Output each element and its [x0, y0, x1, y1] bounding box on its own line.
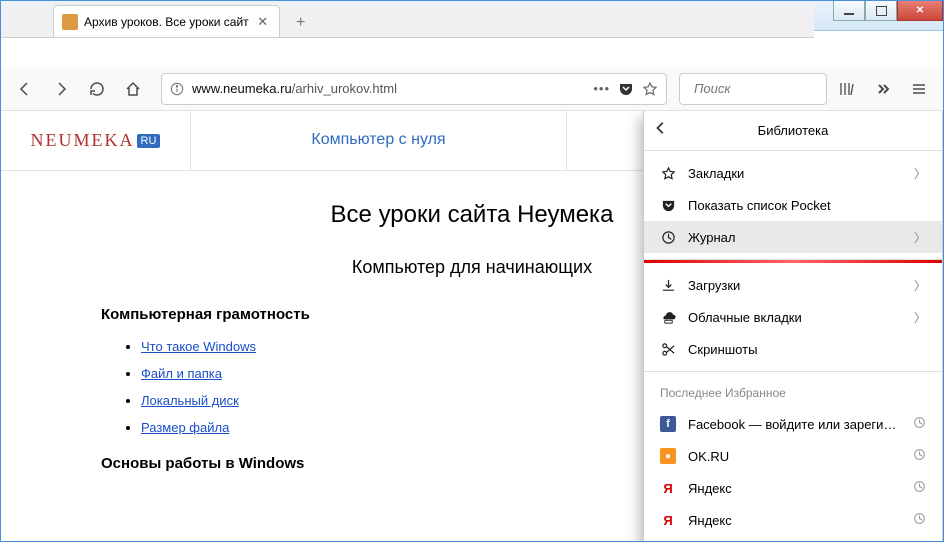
menu-item-label: Показать список Pocket: [688, 198, 926, 213]
scissors-icon: [660, 341, 676, 357]
chevron-right-icon: 〉: [914, 277, 926, 294]
recent-item-label: Яндекс: [688, 481, 901, 496]
download-icon: [660, 277, 676, 293]
recent-item[interactable]: Я Яндекс: [644, 472, 942, 504]
page-actions-icon[interactable]: •••: [593, 81, 610, 96]
window-close-button[interactable]: [897, 1, 943, 21]
chevron-right-icon: 〉: [914, 165, 926, 182]
star-icon: [660, 165, 676, 181]
url-text: www.neumeka.ru/arhiv_urokov.html: [192, 81, 585, 96]
toolbar: www.neumeka.ru/arhiv_urokov.html •••: [1, 67, 943, 111]
menu-item-label: Закладки: [688, 166, 902, 181]
bookmark-star-icon[interactable]: [642, 81, 658, 97]
cloud-tabs-icon: [660, 309, 676, 325]
pocket-icon: [660, 197, 676, 213]
menu-item-download[interactable]: Загрузки 〉: [644, 269, 942, 301]
browser-window: Архив уроков. Все уроки сайт ✕ + www.neu…: [0, 0, 944, 542]
reload-button[interactable]: [81, 73, 113, 105]
recent-item-label: Facebook — войдите или зарегистри...: [688, 417, 901, 432]
new-tab-button[interactable]: +: [286, 9, 316, 37]
menu-item-pocket[interactable]: Показать список Pocket: [644, 189, 942, 221]
library-button[interactable]: [831, 73, 863, 105]
history-icon: [913, 512, 926, 528]
menu-item-label: Загрузки: [688, 278, 902, 293]
menu-title: Библиотека: [758, 123, 829, 138]
menu-item-star[interactable]: Закладки 〉: [644, 157, 942, 189]
menu-item-label: Облачные вкладки: [688, 310, 902, 325]
chevron-right-icon: 〉: [914, 229, 926, 246]
menu-item-scissors[interactable]: Скриншоты: [644, 333, 942, 365]
menu-item-label: Журнал: [688, 230, 902, 245]
content-link[interactable]: Что такое Windows: [141, 339, 256, 354]
window-maximize-button[interactable]: [865, 1, 897, 21]
home-button[interactable]: [117, 73, 149, 105]
browser-tab[interactable]: Архив уроков. Все уроки сайт ✕: [53, 5, 280, 37]
menu-header: Библиотека: [644, 111, 942, 151]
tab-favicon: [62, 14, 78, 30]
favicon: f: [660, 416, 676, 432]
recent-item-label: OK.RU: [688, 449, 901, 464]
menu-back-button[interactable]: [654, 121, 668, 138]
window-minimize-button[interactable]: [833, 1, 865, 21]
menu-item-cloud-tabs[interactable]: Облачные вкладки 〉: [644, 301, 942, 333]
menu-button[interactable]: [903, 73, 935, 105]
info-icon: [170, 82, 184, 96]
favicon: Я: [660, 512, 676, 528]
url-bar[interactable]: www.neumeka.ru/arhiv_urokov.html •••: [161, 73, 667, 105]
recent-section-title: Последнее Избранное: [644, 378, 942, 408]
nav-link-1[interactable]: Компьютер с нуля: [191, 111, 567, 170]
tab-strip: Архив уроков. Все уроки сайт ✕ +: [1, 4, 814, 38]
chevron-right-icon: 〉: [914, 309, 926, 326]
favicon: ●: [660, 448, 676, 464]
overflow-button[interactable]: [867, 73, 899, 105]
menu-item-label: Скриншоты: [688, 342, 926, 357]
back-button[interactable]: [9, 73, 41, 105]
recent-item[interactable]: ● OK.RU: [644, 440, 942, 472]
recent-item[interactable]: Я Яндекс: [644, 504, 942, 536]
history-icon: [913, 448, 926, 464]
tab-close-icon[interactable]: ✕: [255, 14, 271, 30]
content-link[interactable]: Файл и папка: [141, 366, 222, 381]
history-icon: [913, 416, 926, 432]
forward-button[interactable]: [45, 73, 77, 105]
recent-item-label: Яндекс: [688, 513, 901, 528]
content-link[interactable]: Локальный диск: [141, 393, 239, 408]
recent-item[interactable]: f Facebook — войдите или зарегистри...: [644, 408, 942, 440]
history-icon: [913, 480, 926, 496]
search-bar[interactable]: [679, 73, 827, 105]
menu-item-clock[interactable]: Журнал 〉: [644, 221, 942, 253]
content-link[interactable]: Размер файла: [141, 420, 229, 435]
clock-icon: [660, 229, 676, 245]
site-logo[interactable]: NEUMEKARU: [1, 111, 191, 170]
tab-title: Архив уроков. Все уроки сайт: [84, 15, 249, 29]
library-menu: Библиотека Закладки 〉 Показать список Pock…: [643, 111, 943, 541]
pocket-icon[interactable]: [618, 81, 634, 97]
recent-item[interactable]: ЯЯндекс: [644, 536, 942, 541]
favicon: Я: [660, 480, 676, 496]
